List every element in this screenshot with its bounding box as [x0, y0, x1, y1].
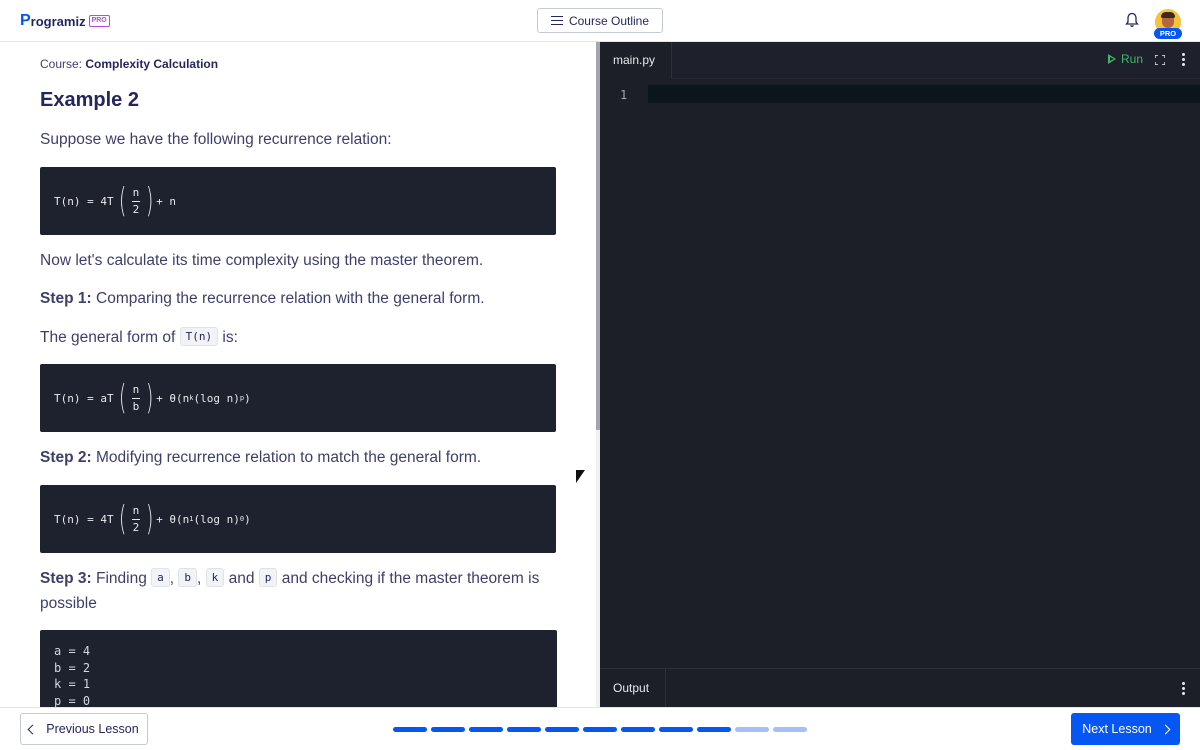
progress-segment [659, 727, 693, 732]
code-editor[interactable]: main.py Run 1 [600, 42, 1200, 668]
tab-output[interactable]: Output [600, 669, 666, 708]
next-lesson-button[interactable]: Next Lesson [1071, 713, 1180, 745]
progress-segment [393, 727, 427, 732]
logo-initial: P [20, 12, 31, 29]
progress-segment [773, 727, 807, 732]
fullscreen-icon[interactable] [1155, 55, 1165, 65]
progress-segment [545, 727, 579, 732]
calculation-text: Now let's calculate its time complexity … [40, 252, 484, 269]
page-title: Example 2 [40, 89, 139, 111]
intro-text: Suppose we have the following recurrence… [40, 131, 392, 148]
run-label: Run [1121, 52, 1144, 66]
progress-segment [469, 727, 503, 732]
bottom-bar: Previous Lesson Next Lesson [0, 707, 1200, 750]
lesson-progress [393, 727, 807, 732]
output-menu-icon[interactable] [1182, 682, 1185, 695]
progress-segment [507, 727, 541, 732]
equation-box-1: T(n) = 4T ( n2 ) + n [40, 167, 556, 235]
line-number: 1 [620, 88, 628, 102]
code-block: a = 4 b = 2 k = 1 p = 0 [40, 630, 557, 707]
logo-text: rogramiz [30, 13, 86, 29]
general-form-text: The general form of T(n) is: [40, 327, 238, 346]
chevron-right-icon [1160, 724, 1171, 734]
output-panel: Output [600, 668, 1200, 708]
equation-box-3: T(n) = 4T ( n2 ) + θ(n 1 (log n) 0) [40, 485, 556, 553]
next-lesson-label: Next Lesson [1082, 722, 1152, 736]
bell-icon[interactable] [1125, 12, 1139, 28]
lesson-pane: Course: Complexity Calculation Example 2… [0, 42, 596, 707]
inline-code-a: a [151, 568, 170, 587]
inline-code-k: k [205, 568, 225, 587]
inline-code-b: b [178, 568, 198, 587]
progress-segment [621, 727, 655, 732]
step-1-text: Step 1: Comparing the recurrence relatio… [40, 290, 485, 307]
previous-lesson-button[interactable]: Previous Lesson [20, 713, 148, 745]
progress-segment [697, 727, 731, 732]
progress-segment [735, 727, 769, 732]
progress-segment [431, 727, 465, 732]
active-line-highlight[interactable] [648, 85, 1200, 103]
step-2-text: Step 2: Modifying recurrence relation to… [40, 449, 482, 466]
play-icon [1108, 54, 1116, 64]
editor-tab-bar: main.py Run [600, 42, 1200, 79]
progress-segment [583, 727, 617, 732]
course-outline-label: Course Outline [568, 13, 650, 28]
inline-code-tn: T(n) [179, 327, 219, 346]
previous-lesson-label: Previous Lesson [46, 722, 139, 736]
pro-badge: PRO [1154, 28, 1182, 39]
chevron-left-icon [27, 724, 38, 734]
breadcrumb-course[interactable]: Complexity Calculation [85, 57, 218, 71]
programiz-logo[interactable]: P rogramiz PRO [20, 12, 110, 30]
step-3-text-continued: possible [40, 595, 97, 612]
course-outline-button[interactable]: Course Outline [537, 8, 663, 33]
equation-box-2: T(n) = aT ( nb ) + θ(n k (log n) p) [40, 364, 556, 432]
breadcrumb: Course: Complexity Calculation [40, 57, 219, 71]
editor-menu-icon[interactable] [1182, 53, 1185, 66]
list-icon [550, 16, 563, 25]
logo-pro-badge: PRO [88, 15, 110, 27]
run-button[interactable]: Run [1108, 52, 1143, 66]
tab-main-py[interactable]: main.py [600, 42, 672, 79]
top-bar: P rogramiz PRO Course Outline PRO [0, 0, 1200, 42]
step-3-text: Step 3: Finding a, b, k and p and checki… [40, 568, 540, 587]
inline-code-p: p [258, 568, 278, 587]
